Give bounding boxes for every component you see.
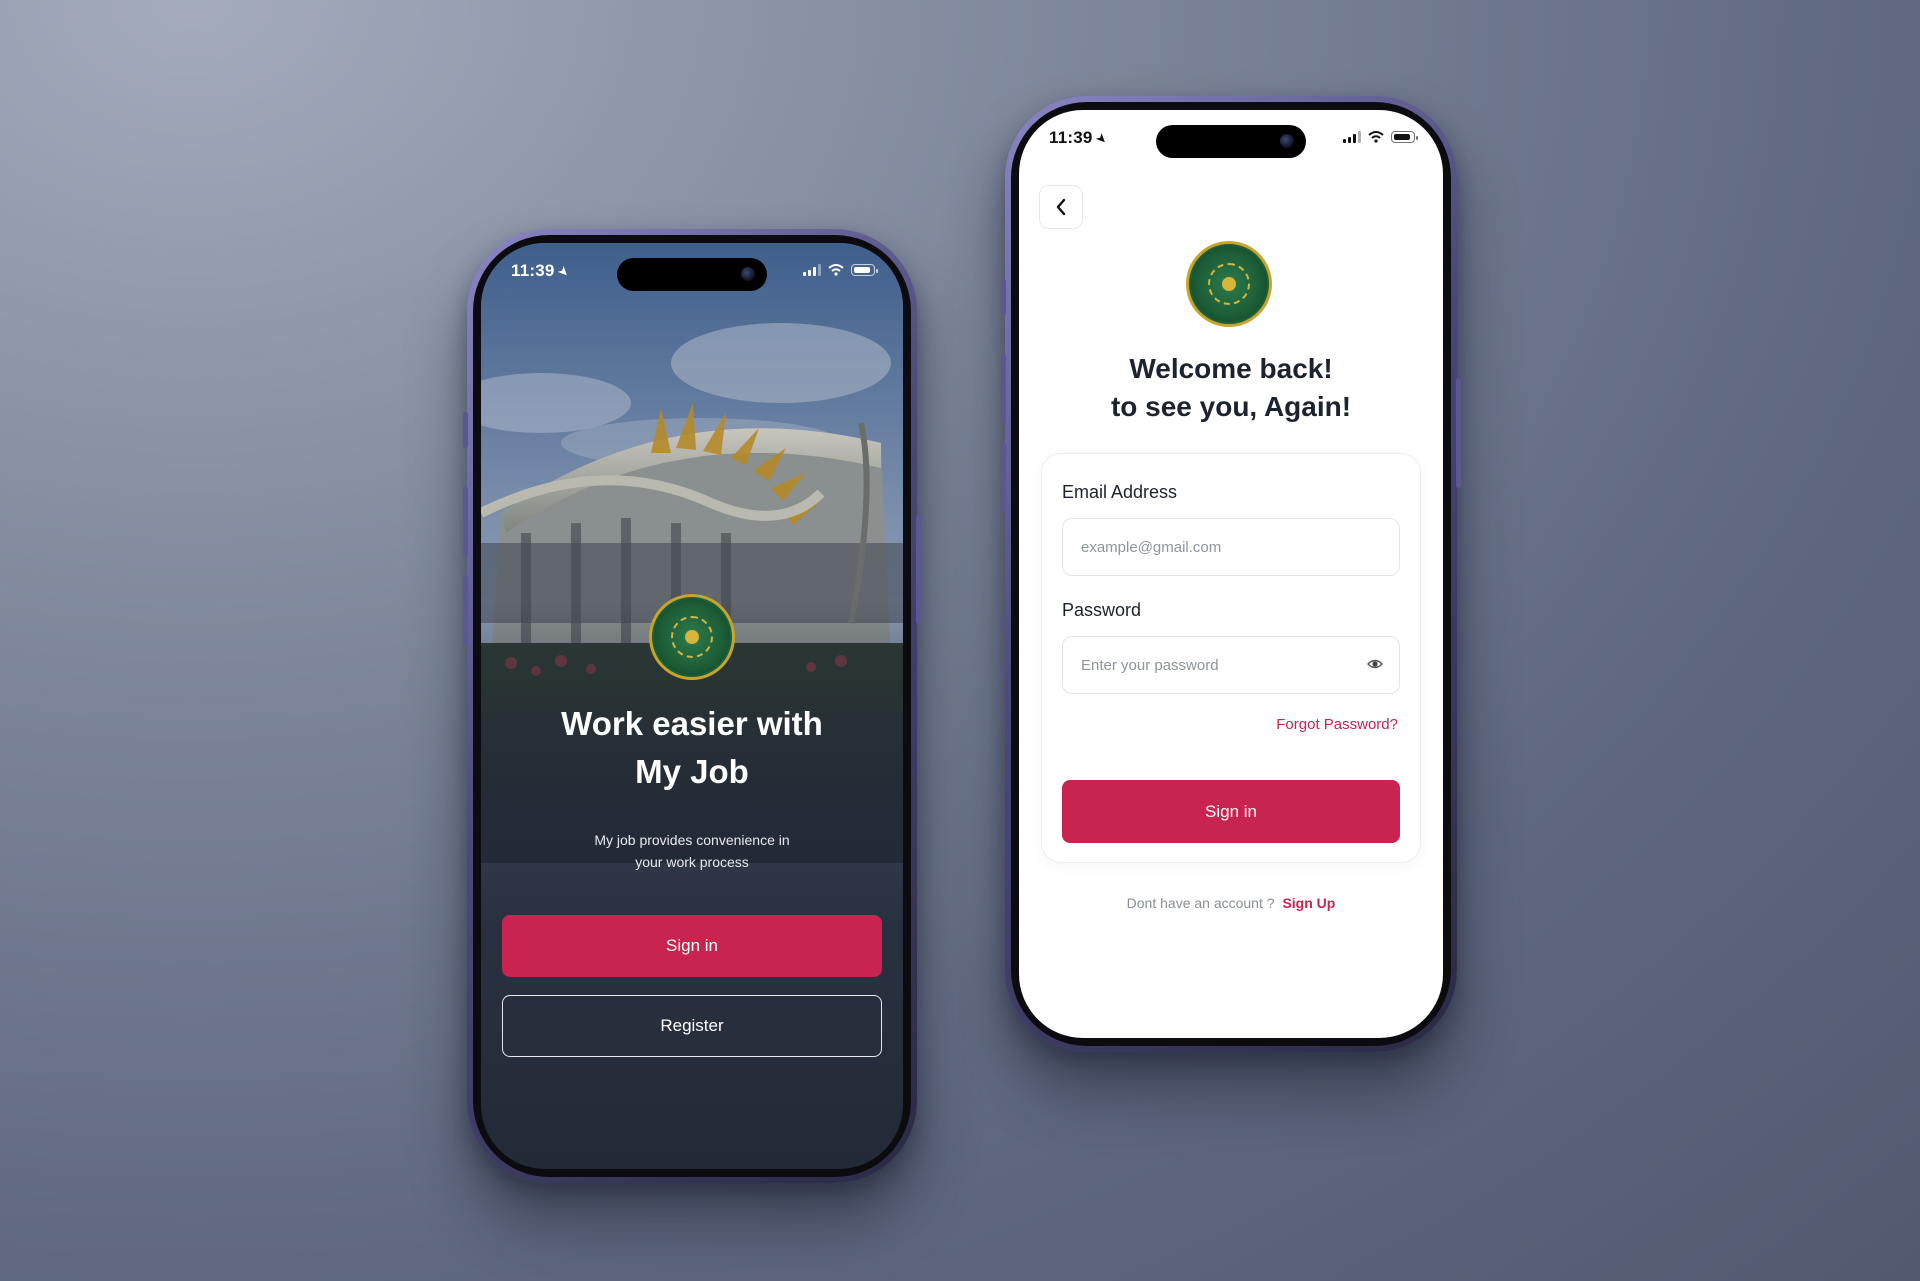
volume-up-button [1001,354,1006,424]
location-arrow-icon: ➤ [1092,129,1111,148]
email-placeholder: example@gmail.com [1081,538,1222,556]
status-time: 11:39➤ [1049,128,1111,148]
welcome-subtitle-line2: your work process [635,854,749,870]
power-button [916,514,921,624]
forgot-password-link[interactable]: Forgot Password? [1276,716,1398,733]
welcome-title-line1: Work easier with [561,705,823,742]
cellular-signal-icon [1343,131,1361,143]
mute-switch [463,412,468,448]
welcome-subtitle-line1: My job provides convenience in [594,832,790,848]
volume-up-button [463,487,468,557]
wifi-icon [828,264,844,276]
power-button [1456,378,1461,488]
welcome-title-line2: My Job [635,753,749,790]
camera-icon [1280,134,1294,148]
signup-prompt: Dont have an account ? Sign Up [1019,895,1443,911]
welcome-subtitle: My job provides convenience in your work… [481,829,903,873]
battery-icon [851,264,878,276]
register-button[interactable]: Register [502,995,882,1057]
battery-icon [1391,131,1418,143]
login-heading-line1: Welcome back! [1129,353,1333,384]
welcome-title: Work easier with My Job [481,700,903,796]
status-bar: 11:39➤ [481,243,903,301]
status-time: 11:39➤ [511,261,573,281]
login-heading-line2: to see you, Again! [1110,391,1352,422]
login-screen: 11:39➤ Welcome back! to see you, Again! … [1019,110,1443,1038]
status-bar: 11:39➤ [1019,110,1443,168]
login-form-card: Email Address example@gmail.com Password… [1041,453,1421,863]
sign-in-button[interactable]: Sign in [502,915,882,977]
password-field[interactable]: Enter your password [1062,636,1400,694]
sign-in-button[interactable]: Sign in [1062,780,1400,843]
phone-mockup-login: 11:39➤ Welcome back! to see you, Again! … [1001,96,1461,1052]
back-button[interactable] [1039,185,1083,229]
mute-switch [1001,279,1006,315]
email-label: Email Address [1062,482,1178,502]
login-heading: Welcome back! to see you, Again! [1019,350,1443,426]
volume-down-button [1001,442,1006,512]
signup-prompt-text: Dont have an account ? [1126,895,1275,911]
volume-down-button [463,575,468,645]
email-field[interactable]: example@gmail.com [1062,518,1400,576]
camera-icon [741,267,755,281]
password-placeholder: Enter your password [1081,656,1219,674]
phone-mockup-welcome: 11:39➤ Work easier with My Job My job pr… [463,229,921,1183]
university-logo [649,594,735,680]
dynamic-island [617,258,767,291]
welcome-screen: 11:39➤ Work easier with My Job My job pr… [481,243,903,1169]
dynamic-island [1156,125,1306,158]
location-arrow-icon: ➤ [554,262,573,281]
cellular-signal-icon [803,264,821,276]
chevron-left-icon [1056,198,1066,216]
eye-icon[interactable] [1367,658,1383,670]
wifi-icon [1368,131,1384,143]
university-logo [1186,241,1272,327]
password-label: Password [1062,600,1142,620]
sign-up-link[interactable]: Sign Up [1282,895,1335,911]
